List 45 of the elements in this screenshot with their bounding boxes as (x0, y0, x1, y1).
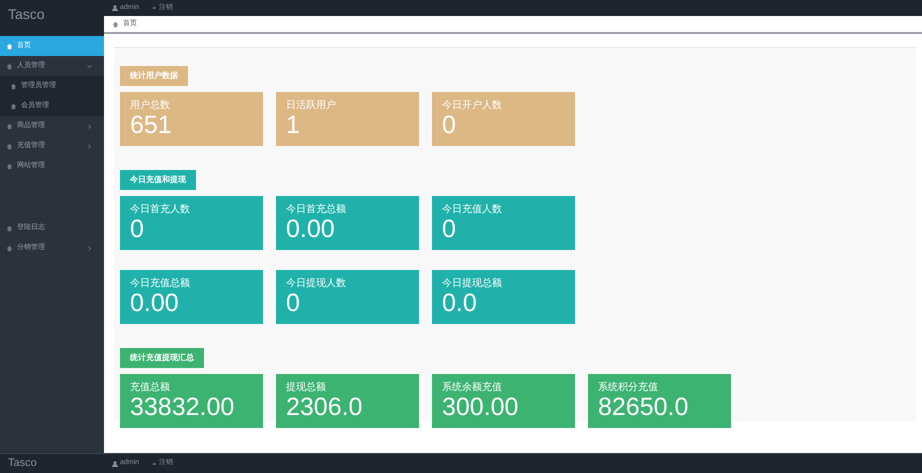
section-label: 今日充值和提现 (120, 170, 196, 190)
user-icon (112, 460, 118, 466)
stat-value: 651 (130, 113, 173, 138)
stat-value: 0.00 (130, 291, 180, 316)
home-icon (10, 102, 17, 110)
stat-label: 今日提现总额 (442, 279, 503, 289)
stat-value: 0.0 (442, 291, 478, 316)
brand-logo: Tasco (8, 457, 38, 469)
home-icon (6, 62, 13, 70)
stat-label: 日活跃用户 (286, 101, 337, 111)
stat-value: 300.00 (442, 395, 520, 420)
home-icon (6, 244, 13, 252)
stat-value: 1 (286, 113, 301, 138)
stat-label: 提现总额 (286, 383, 327, 393)
stat-value: 2306.0 (286, 395, 364, 420)
logout-icon (151, 460, 158, 466)
stat-label: 今日首充总额 (286, 205, 347, 215)
section-label: 统计用户数据 (120, 66, 188, 86)
stat-label: 充值总额 (130, 383, 171, 393)
home-icon (6, 122, 13, 130)
stat-label: 今日充值人数 (442, 205, 503, 215)
stat-value: 0 (442, 113, 457, 138)
stat-value: 0.00 (286, 217, 336, 242)
stat-label: 今日开户人数 (442, 101, 503, 111)
stat-label: 今日充值总额 (130, 279, 191, 289)
home-icon (112, 20, 119, 28)
stat-label: 系统余额充值 (442, 383, 503, 393)
section-label: 统计充值提现汇总 (120, 348, 204, 368)
stat-value: 33832.00 (130, 395, 236, 420)
stat-value: 0 (130, 217, 145, 242)
home-icon (10, 82, 17, 90)
home-icon (6, 42, 13, 50)
home-icon (6, 142, 13, 150)
stat-value: 0 (286, 291, 301, 316)
home-icon (6, 162, 13, 170)
stat-label: 今日首充人数 (130, 205, 191, 215)
stat-label: 用户总数 (130, 101, 171, 111)
brand-logo: Tasco (8, 6, 45, 22)
stat-value: 0 (442, 217, 457, 242)
home-icon (6, 224, 13, 232)
stat-label: 今日提现人数 (286, 279, 347, 289)
stat-label: 系统积分充值 (598, 383, 659, 393)
stat-value: 82650.0 (598, 395, 690, 420)
logout-icon (151, 5, 158, 11)
user-icon (112, 5, 118, 11)
